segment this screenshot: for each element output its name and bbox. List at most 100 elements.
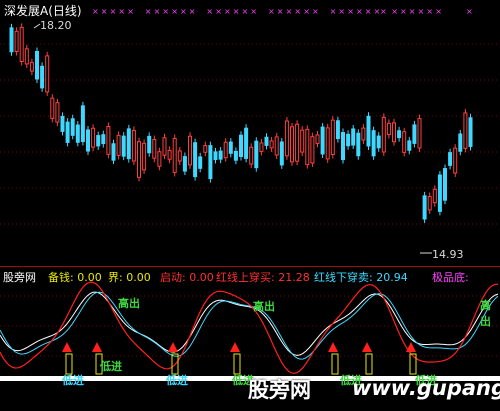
top-marker: × [303, 7, 310, 16]
up-arrow-icon [168, 342, 178, 352]
top-marker: × [242, 7, 249, 16]
candle [137, 141, 141, 178]
top-marker: × [206, 7, 213, 16]
candle [427, 196, 432, 211]
candle [290, 126, 294, 163]
top-marker: × [380, 7, 387, 16]
top-marker: × [118, 7, 125, 16]
candle [182, 156, 187, 172]
candle [126, 128, 131, 160]
candle [284, 120, 289, 157]
candle [198, 156, 203, 169]
candle [162, 137, 167, 156]
candle [70, 118, 75, 136]
candle [443, 168, 447, 201]
top-marker: × [224, 7, 231, 16]
candle [259, 142, 264, 152]
top-marker: × [356, 7, 363, 16]
candle [19, 26, 24, 62]
candle [468, 117, 473, 147]
stock-chart-window: × × × × × × × × × × × × × × × × × × × × × × × × × × × × × × × × × × × × × 深发… [0, 0, 500, 411]
candle [432, 188, 437, 204]
candle [239, 134, 243, 158]
buy-signal-label: 低进 [100, 360, 122, 373]
buy-signal-label: 低进 [62, 374, 84, 387]
top-marker: × [466, 7, 473, 16]
top-marker: × [233, 7, 240, 16]
candle [386, 122, 391, 136]
top-marker: × [338, 7, 345, 16]
top-marker: × [171, 7, 178, 16]
candle [463, 112, 468, 149]
top-marker: × [250, 7, 257, 16]
top-marker: × [330, 7, 337, 16]
top-marker: × [418, 7, 425, 16]
top-marker: × [110, 7, 117, 16]
top-marker: × [365, 7, 372, 16]
candle [106, 125, 111, 155]
candle [407, 140, 412, 151]
top-marker: × [154, 7, 161, 16]
top-marker: × [409, 7, 416, 16]
signal-bar [365, 353, 373, 375]
candle [188, 135, 192, 166]
candle [341, 132, 345, 161]
candle [35, 50, 39, 80]
top-marker: × [435, 7, 442, 16]
candle [193, 142, 198, 178]
top-marker: × [145, 7, 152, 16]
candle [45, 55, 50, 93]
candle [249, 146, 254, 165]
candle [131, 129, 136, 162]
candle [142, 142, 147, 171]
candle [269, 140, 274, 149]
candle [96, 135, 101, 147]
candle [458, 133, 463, 152]
candle [111, 143, 116, 161]
candle [152, 139, 157, 159]
candle [371, 130, 376, 157]
candle [392, 122, 396, 143]
top-marker: × [92, 7, 99, 16]
chart-title: 深发展A(日线) [4, 4, 82, 18]
candle [305, 128, 310, 166]
candle [412, 124, 417, 144]
candle [320, 126, 325, 155]
candle [330, 119, 335, 155]
candle [213, 151, 218, 161]
price-high-label: 18.20 [40, 19, 72, 32]
candle [244, 127, 249, 159]
top-marker: × [312, 7, 319, 16]
candle [121, 135, 126, 157]
candle [335, 120, 340, 140]
sell-signal-label: 高出 [253, 300, 275, 313]
candle [422, 195, 427, 220]
candle [351, 128, 356, 146]
candle [177, 150, 182, 162]
top-marker: × [127, 7, 134, 16]
top-marker: × [268, 7, 275, 16]
candlestick-chart[interactable]: × × × × × × × × × × × × × × × × × × × × × × × × × × × × × × × × × × × ×× [0, 0, 500, 266]
up-arrow-icon [328, 342, 338, 352]
candle [80, 105, 85, 142]
up-arrow-icon [230, 342, 240, 352]
candle [40, 65, 45, 89]
signal-bar [331, 353, 339, 375]
candle [86, 129, 90, 152]
candle [172, 138, 177, 173]
candle [14, 30, 19, 52]
top-marker: × [162, 7, 169, 16]
price-low-label: 14.93 [432, 248, 464, 261]
candle [315, 134, 320, 144]
top-marker: × [294, 7, 301, 16]
up-arrow-icon [406, 342, 416, 352]
candle [75, 124, 80, 143]
up-arrow-icon [362, 342, 372, 352]
candle [208, 145, 213, 180]
candle [295, 123, 300, 162]
candle [203, 145, 208, 153]
candle [356, 132, 361, 157]
candle [264, 136, 269, 146]
candle [167, 149, 172, 160]
candle [310, 136, 315, 164]
